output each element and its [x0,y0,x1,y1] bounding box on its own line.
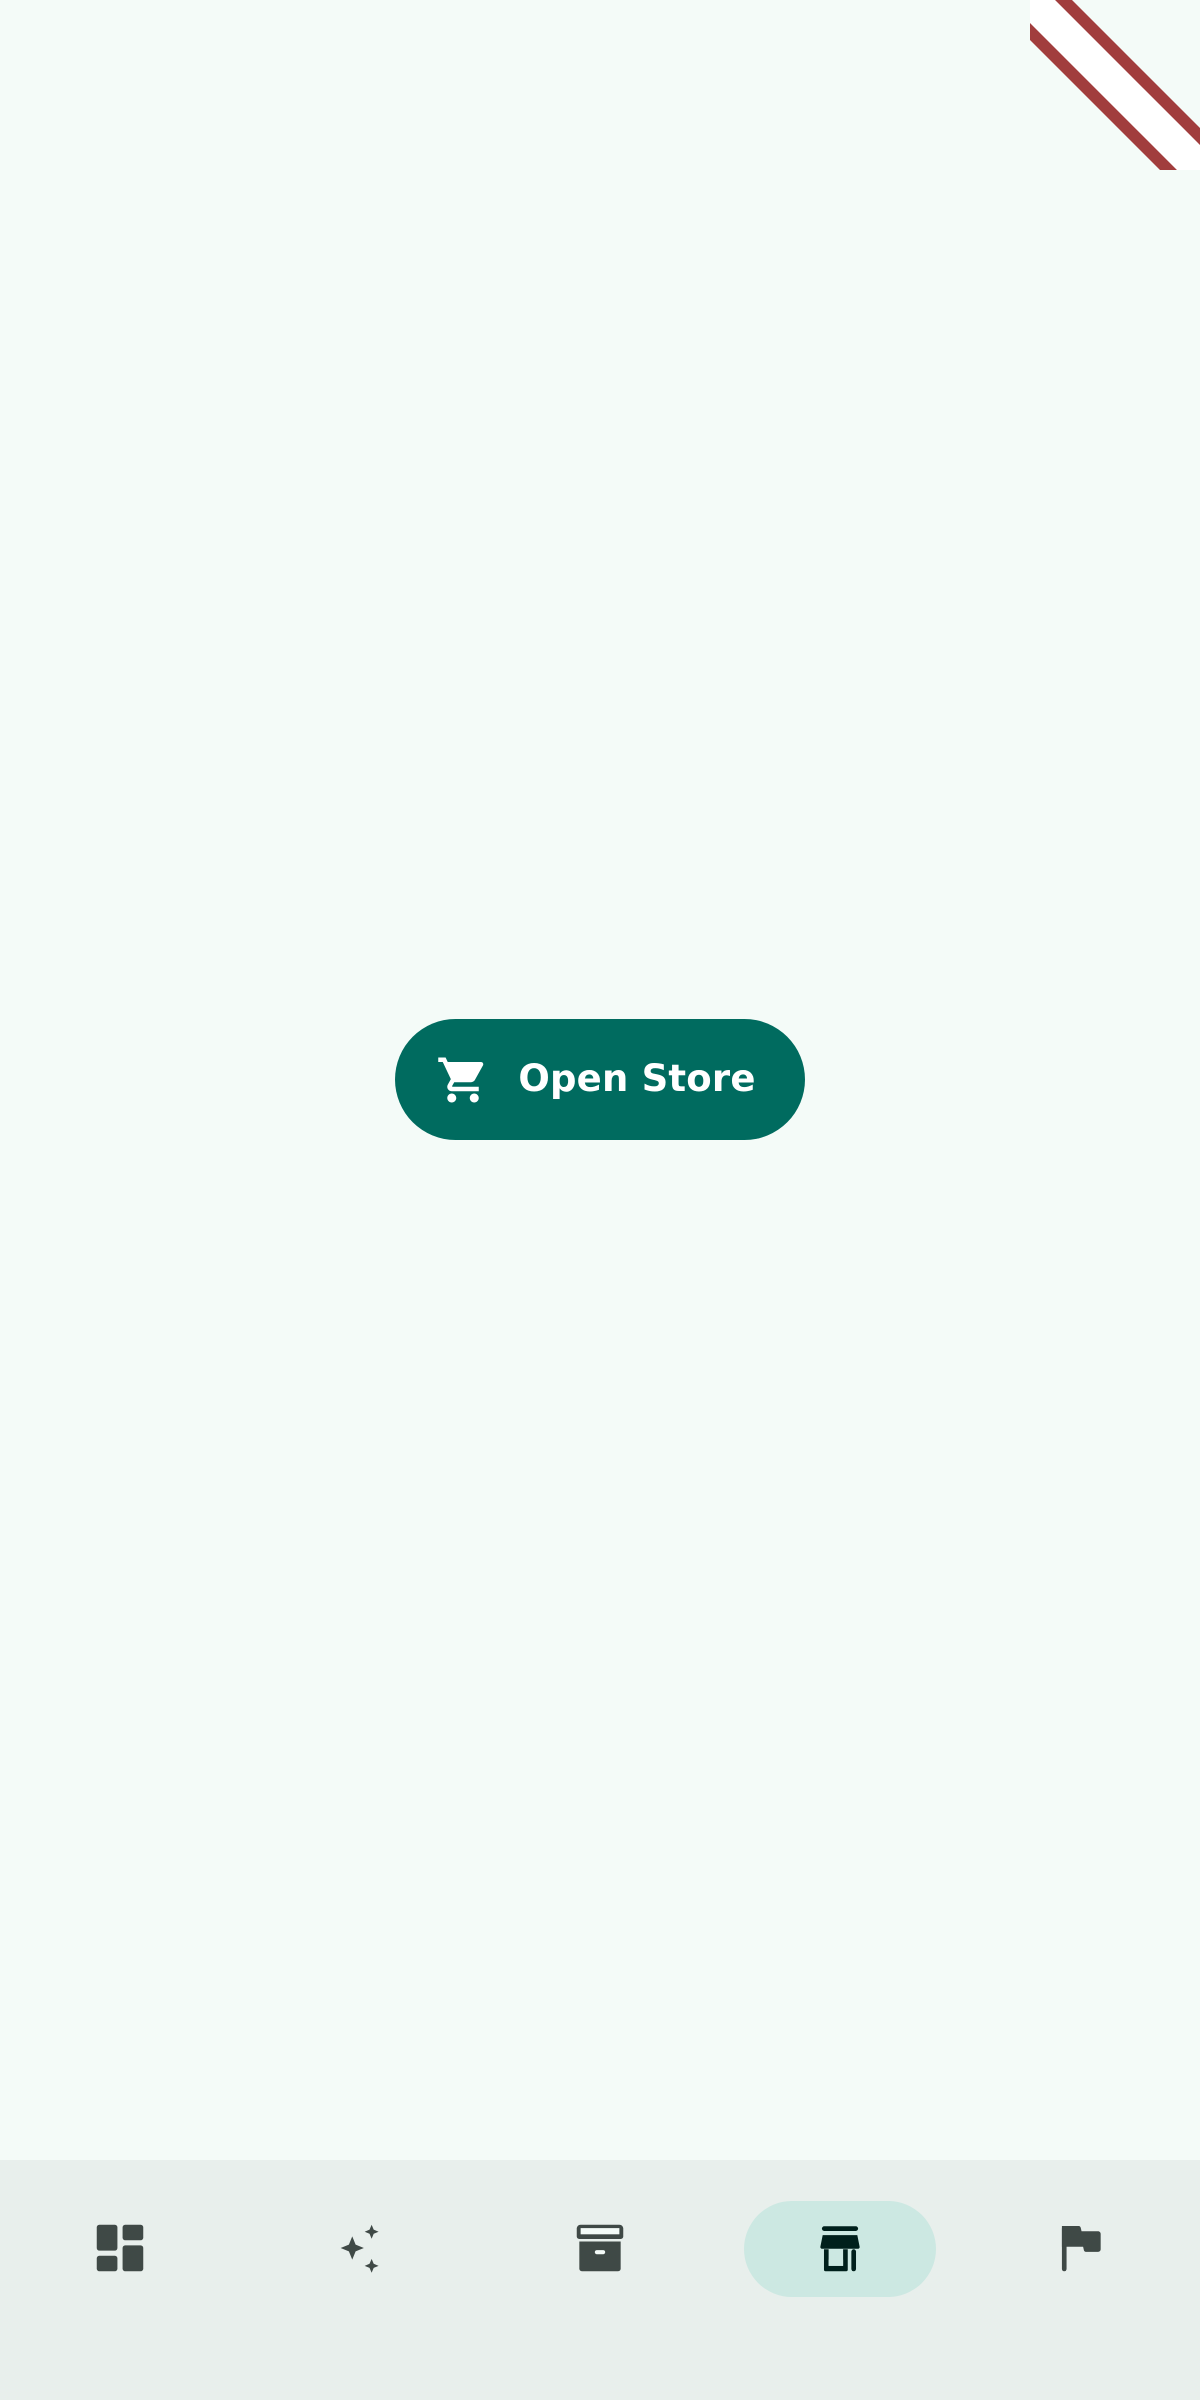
dashboard-icon [89,2217,151,2279]
nav-item-sparkles[interactable] [312,2200,408,2296]
nav-item-dashboard[interactable] [72,2200,168,2296]
sparkles-icon [329,2217,391,2279]
open-store-label: Open Store [518,1057,756,1100]
storefront-icon [809,2217,871,2279]
debug-banner [1030,0,1200,170]
open-store-button[interactable]: Open Store [395,1019,805,1140]
nav-item-archive[interactable] [552,2200,648,2296]
flag-icon [1049,2217,1111,2279]
main-content: Open Store [0,0,1200,2160]
shopping-cart-icon [436,1053,490,1107]
bottom-navigation-bar [0,2160,1200,2400]
nav-item-store[interactable] [792,2200,888,2296]
nav-item-flag[interactable] [1032,2200,1128,2296]
debug-banner-stripe [1030,0,1200,170]
archive-icon [569,2217,631,2279]
